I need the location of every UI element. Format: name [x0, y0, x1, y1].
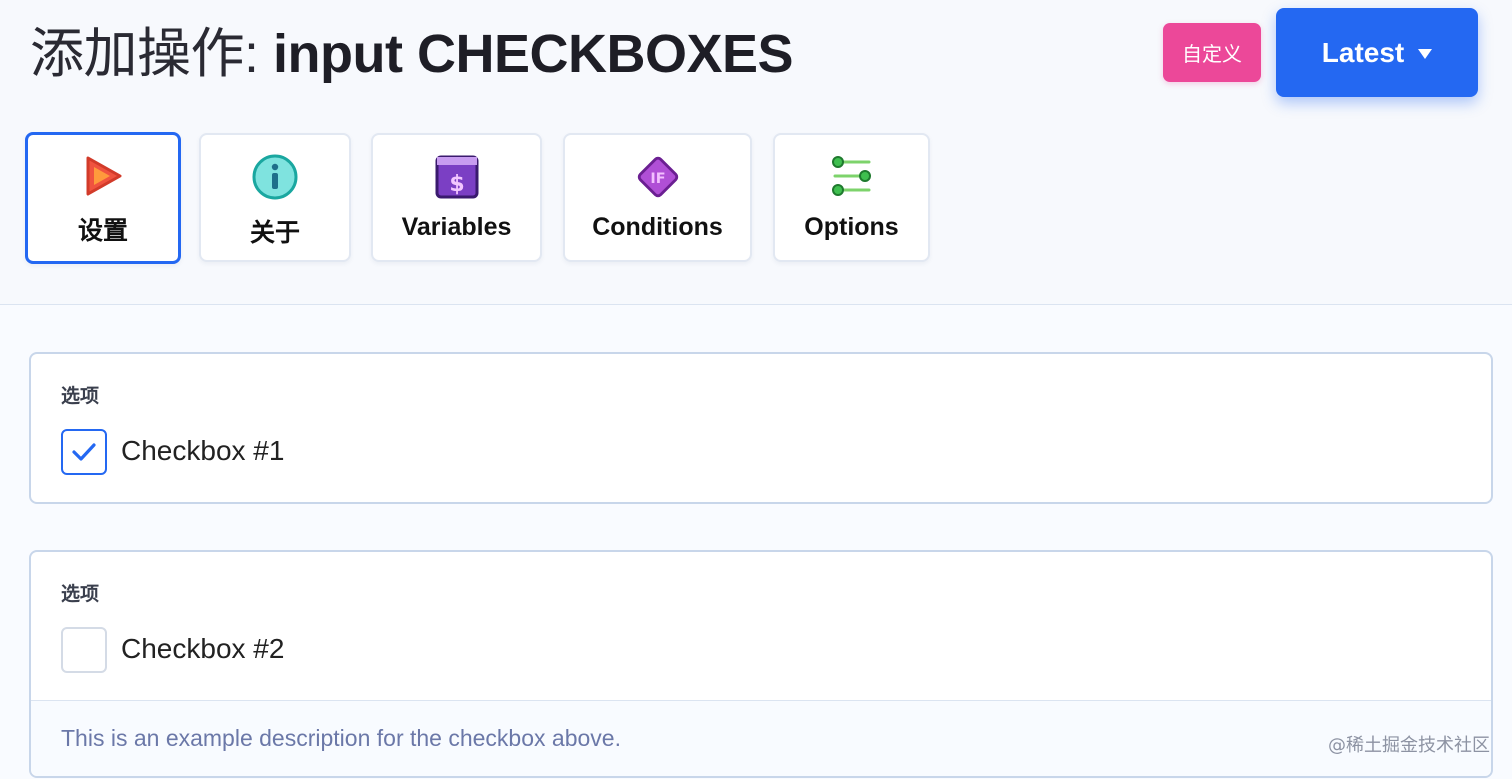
checkbox-label-2[interactable]: Checkbox #2 [121, 633, 284, 665]
info-icon [251, 153, 299, 201]
page-title: 添加操作: input CHECKBOXES [30, 22, 794, 86]
play-icon [79, 152, 127, 200]
svg-text:IF: IF [650, 171, 665, 187]
page-title-prefix: 添加操作: [30, 24, 259, 84]
tab-conditions[interactable]: IF Conditions [563, 133, 752, 262]
header: 添加操作: input CHECKBOXES 自定义 Latest 设置 关于 [0, 0, 1512, 305]
tab-label: Variables [401, 213, 512, 241]
custom-button[interactable]: 自定义 [1163, 23, 1261, 82]
tab-label: Options [804, 213, 899, 241]
tab-label: 设置 [77, 217, 128, 245]
tab-variables[interactable]: $ Variables [371, 133, 542, 262]
tab-label: Conditions [592, 213, 723, 241]
check-icon [72, 443, 96, 461]
checkbox-label-1[interactable]: Checkbox #1 [121, 435, 284, 467]
checkbox-1[interactable] [61, 429, 107, 475]
field-label: 选项 [61, 583, 100, 605]
checkbox-field-2: 选项 Checkbox #2 This is an example descri… [29, 550, 1493, 778]
field-label: 选项 [61, 385, 100, 407]
dollar-icon: $ [433, 153, 481, 201]
tab-about[interactable]: 关于 [199, 133, 351, 262]
version-label: Latest [1321, 36, 1405, 68]
description-area: This is an example description for the c… [31, 700, 1491, 776]
caret-down-icon [1418, 49, 1433, 59]
page-title-name: input CHECKBOXES [273, 24, 794, 84]
tab-settings[interactable]: 设置 [25, 132, 181, 264]
if-icon: IF [634, 153, 682, 201]
tab-label: 关于 [249, 219, 300, 247]
checkbox-field-1: 选项 Checkbox #1 [29, 352, 1493, 504]
watermark: @稀土掘金技术社区 [1328, 735, 1490, 756]
sliders-icon [828, 153, 876, 201]
version-dropdown-button[interactable]: Latest [1276, 8, 1478, 97]
tab-options[interactable]: Options [773, 133, 930, 262]
checkbox-2[interactable] [61, 627, 107, 673]
svg-text:$: $ [449, 172, 464, 197]
field-description: This is an example description for the c… [61, 725, 621, 751]
